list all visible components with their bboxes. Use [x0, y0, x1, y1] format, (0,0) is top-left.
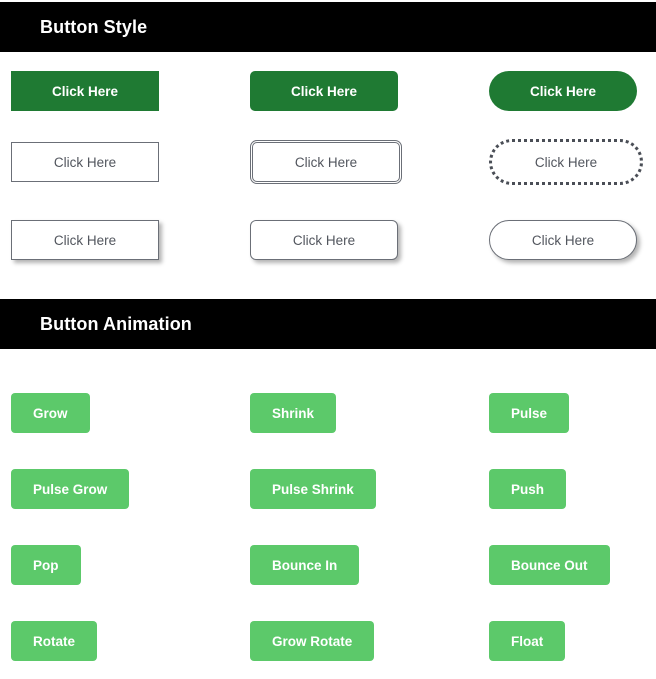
push-button[interactable]: Push — [489, 469, 567, 509]
click-here-double-border-button[interactable]: Click Here — [250, 140, 402, 184]
click-here-solid-square-button[interactable]: Click Here — [11, 71, 159, 111]
bounce-in-button[interactable]: Bounce In — [250, 545, 360, 585]
anim-cell-float: Float — [480, 621, 656, 661]
pulse-grow-button[interactable]: Pulse Grow — [11, 469, 130, 509]
click-here-shadow-pill-button[interactable]: Click Here — [489, 220, 637, 260]
click-here-solid-pill-button[interactable]: Click Here — [489, 71, 637, 111]
solid-square-cell: Click Here — [0, 71, 240, 111]
outline-dotted-cell: Click Here — [480, 139, 656, 185]
animation-row-2: Pulse Grow Pulse Shrink Push — [0, 451, 656, 527]
bounce-out-button[interactable]: Bounce Out — [489, 545, 610, 585]
grow-rotate-button[interactable]: Grow Rotate — [250, 621, 375, 661]
click-here-outline-square-button[interactable]: Click Here — [11, 142, 159, 182]
anim-cell-push: Push — [480, 469, 656, 509]
animation-row-1: Grow Shrink Pulse — [0, 375, 656, 451]
shadow-button-row: Click Here Click Here Click Here — [0, 200, 656, 280]
anim-cell-pulse-shrink: Pulse Shrink — [240, 469, 480, 509]
pulse-button[interactable]: Pulse — [489, 393, 570, 433]
anim-cell-rotate: Rotate — [0, 621, 240, 661]
click-here-shadow-square-button[interactable]: Click Here — [11, 220, 159, 260]
solid-rounded-cell: Click Here — [240, 71, 480, 111]
anim-cell-grow-rotate: Grow Rotate — [240, 621, 480, 661]
anim-cell-shrink: Shrink — [240, 393, 480, 433]
click-here-solid-rounded-button[interactable]: Click Here — [250, 71, 398, 111]
outline-button-row: Click Here Click Here Click Here — [0, 124, 656, 200]
click-here-dotted-pill-button[interactable]: Click Here — [489, 139, 643, 185]
float-button[interactable]: Float — [489, 621, 566, 661]
pop-button[interactable]: Pop — [11, 545, 81, 585]
button-animation-section-header: Button Animation — [0, 299, 656, 349]
anim-cell-pop: Pop — [0, 545, 240, 585]
shadow-rounded-cell: Click Here — [240, 220, 480, 260]
shadow-square-cell: Click Here — [0, 220, 240, 260]
solid-button-row: Click Here Click Here Click Here — [0, 58, 656, 124]
animation-row-3: Pop Bounce In Bounce Out — [0, 527, 656, 603]
shadow-pill-cell: Click Here — [480, 220, 656, 260]
rotate-button[interactable]: Rotate — [11, 621, 98, 661]
animation-rows: Grow Shrink Pulse Pulse Grow Pulse Shrin… — [0, 375, 656, 679]
grow-button[interactable]: Grow — [11, 393, 90, 433]
pulse-shrink-button[interactable]: Pulse Shrink — [250, 469, 376, 509]
outline-square-cell: Click Here — [0, 142, 240, 182]
anim-cell-pulse-grow: Pulse Grow — [0, 469, 240, 509]
button-style-section-title: Button Style — [40, 16, 148, 37]
button-animation-section-title: Button Animation — [40, 313, 192, 334]
shrink-button[interactable]: Shrink — [250, 393, 337, 433]
click-here-shadow-rounded-button[interactable]: Click Here — [250, 220, 398, 260]
anim-cell-bounce-in: Bounce In — [240, 545, 480, 585]
anim-cell-pulse: Pulse — [480, 393, 656, 433]
anim-cell-grow: Grow — [0, 393, 240, 433]
animation-row-4: Rotate Grow Rotate Float — [0, 603, 656, 679]
outline-double-cell: Click Here — [240, 140, 480, 184]
solid-pill-cell: Click Here — [480, 71, 656, 111]
button-style-section-header: Button Style — [0, 2, 656, 52]
anim-cell-bounce-out: Bounce Out — [480, 545, 656, 585]
